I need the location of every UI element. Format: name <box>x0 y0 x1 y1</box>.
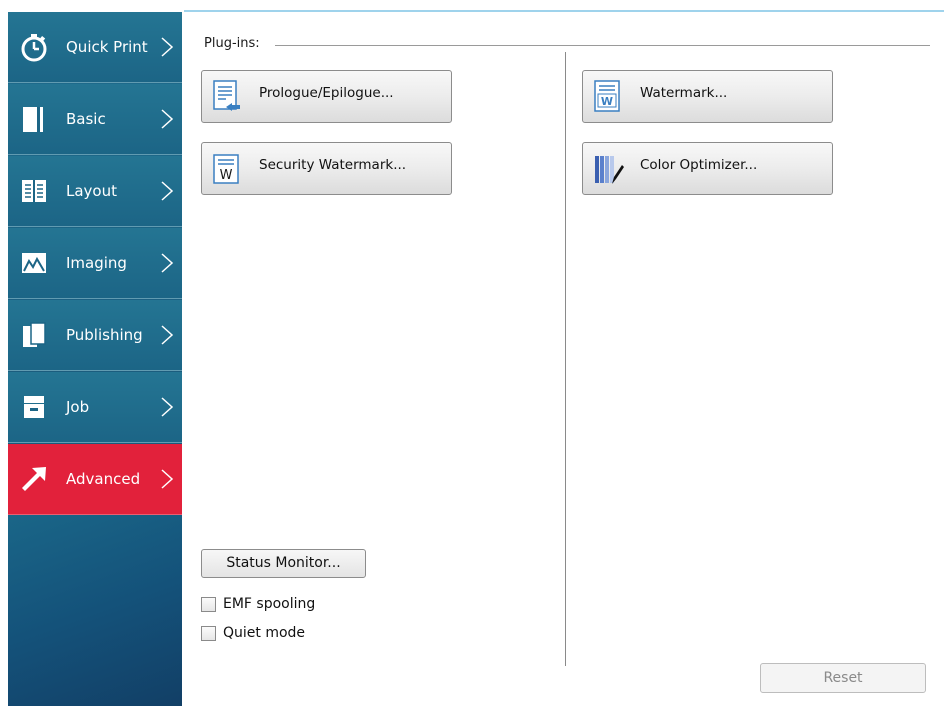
job-icon <box>24 396 44 418</box>
sidebar-item-label: Job <box>66 398 90 416</box>
top-accent-line <box>184 10 944 12</box>
watermark-label: Watermark... <box>640 85 728 101</box>
color-optimizer-label: Color Optimizer... <box>640 157 758 173</box>
emf-spooling-label: EMF spooling <box>223 596 316 612</box>
arrow-icon <box>22 467 46 491</box>
sidebar-item-label: Advanced <box>66 470 141 488</box>
svg-text:W: W <box>220 168 233 183</box>
chevron-right-icon <box>161 181 174 201</box>
quiet-mode-checkbox[interactable] <box>201 625 216 641</box>
layout-icon <box>22 180 46 202</box>
security-watermark-button[interactable]: W Security Watermark... <box>201 142 452 195</box>
stopwatch-icon <box>21 34 47 62</box>
sidebar-item-label: Quick Print <box>66 38 148 56</box>
chevron-right-icon <box>161 253 174 273</box>
page-icon <box>23 107 43 132</box>
prologue-epilogue-label: Prologue/Epilogue... <box>259 85 394 101</box>
chevron-right-icon <box>161 109 174 129</box>
security-watermark-label: Security Watermark... <box>259 157 407 173</box>
sidebar-item-label: Imaging <box>66 254 127 272</box>
chevron-right-icon <box>161 469 174 489</box>
sidebar-item-layout[interactable]: Layout <box>8 156 182 227</box>
prologue-epilogue-icon <box>213 80 240 111</box>
sidebar-item-basic[interactable]: Basic <box>8 84 182 155</box>
chevron-right-icon <box>161 397 174 417</box>
reset-button[interactable]: Reset <box>760 663 926 693</box>
sidebar: Quick Print Basic Layout Imaging Publish… <box>8 12 182 706</box>
color-optimizer-button[interactable]: Color Optimizer... <box>582 142 833 195</box>
sidebar-item-label: Basic <box>66 110 106 128</box>
chevron-right-icon <box>161 325 174 345</box>
prologue-epilogue-button[interactable]: Prologue/Epilogue... <box>201 70 452 123</box>
security-watermark-icon: W <box>213 154 239 184</box>
sidebar-item-advanced[interactable]: Advanced <box>8 444 182 515</box>
publishing-icon <box>23 322 46 347</box>
sidebar-item-quick-print[interactable]: Quick Print <box>8 12 182 83</box>
sidebar-item-imaging[interactable]: Imaging <box>8 228 182 299</box>
sidebar-item-label: Layout <box>66 182 117 200</box>
image-icon <box>22 253 46 273</box>
watermark-button[interactable]: W Watermark... <box>582 70 833 123</box>
emf-spooling-option[interactable]: EMF spooling <box>201 595 315 613</box>
plugins-label: Plug-ins: <box>204 36 260 51</box>
sidebar-item-publishing[interactable]: Publishing <box>8 300 182 371</box>
status-monitor-button[interactable]: Status Monitor... <box>201 549 366 578</box>
quiet-mode-label: Quiet mode <box>223 625 306 641</box>
color-optimizer-icon <box>595 156 624 184</box>
svg-text:W: W <box>601 95 613 108</box>
quiet-mode-option[interactable]: Quiet mode <box>201 624 305 642</box>
chevron-right-icon <box>161 37 174 57</box>
watermark-icon: W <box>594 80 620 112</box>
sidebar-background <box>8 515 182 706</box>
sidebar-item-job[interactable]: Job <box>8 372 182 443</box>
column-divider <box>565 52 566 666</box>
plugins-group-line <box>275 45 930 46</box>
sidebar-item-label: Publishing <box>66 326 143 344</box>
emf-spooling-checkbox[interactable] <box>201 596 216 612</box>
